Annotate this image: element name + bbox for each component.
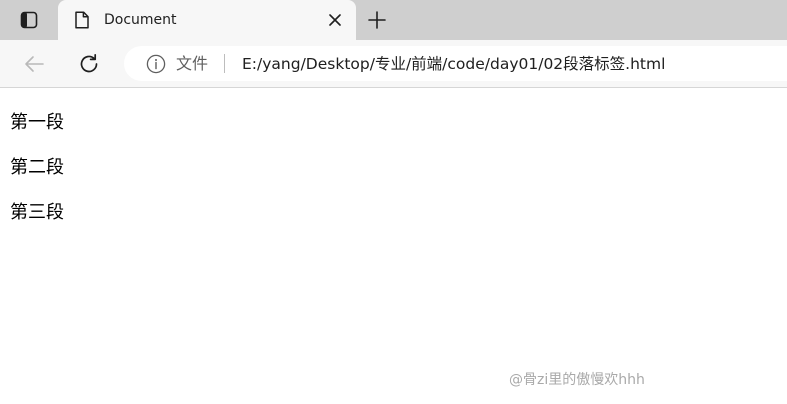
browser-toolbar: 文件 E:/yang/Desktop/专业/前端/code/day01/02段落…	[0, 40, 787, 88]
tab-document[interactable]: Document	[58, 0, 356, 40]
address-separator	[224, 54, 225, 73]
reload-icon	[80, 53, 98, 73]
watermark-text: @骨zi里的傲慢欢hhh	[509, 372, 645, 388]
info-icon[interactable]	[146, 54, 166, 74]
page-icon	[75, 11, 89, 29]
back-arrow-icon	[25, 56, 44, 72]
back-button[interactable]	[21, 51, 47, 77]
address-bar[interactable]: 文件 E:/yang/Desktop/专业/前端/code/day01/02段落…	[124, 46, 787, 81]
paragraph-1: 第一段	[10, 112, 64, 133]
page-content: 第一段 第二段 第三段 @骨zi里的傲慢欢hhh	[0, 88, 787, 404]
tab-strip: Document	[0, 0, 787, 40]
close-icon	[329, 14, 341, 26]
tab-title: Document	[104, 12, 177, 28]
file-protocol-label: 文件	[176, 54, 209, 73]
tab-actions-icon	[20, 11, 38, 29]
reload-button[interactable]	[76, 51, 102, 77]
tab-actions-button[interactable]	[12, 8, 46, 32]
plus-icon	[368, 11, 386, 29]
paragraph-3: 第三段	[10, 202, 64, 223]
new-tab-button[interactable]	[365, 8, 389, 32]
browser-window: Document 文件 E:/yang/Desktop/专业/前端/code/d…	[0, 0, 787, 404]
tab-close-button[interactable]	[326, 11, 344, 29]
url-text[interactable]: E:/yang/Desktop/专业/前端/code/day01/02段落标签.…	[242, 54, 665, 74]
paragraph-2: 第二段	[10, 157, 64, 178]
